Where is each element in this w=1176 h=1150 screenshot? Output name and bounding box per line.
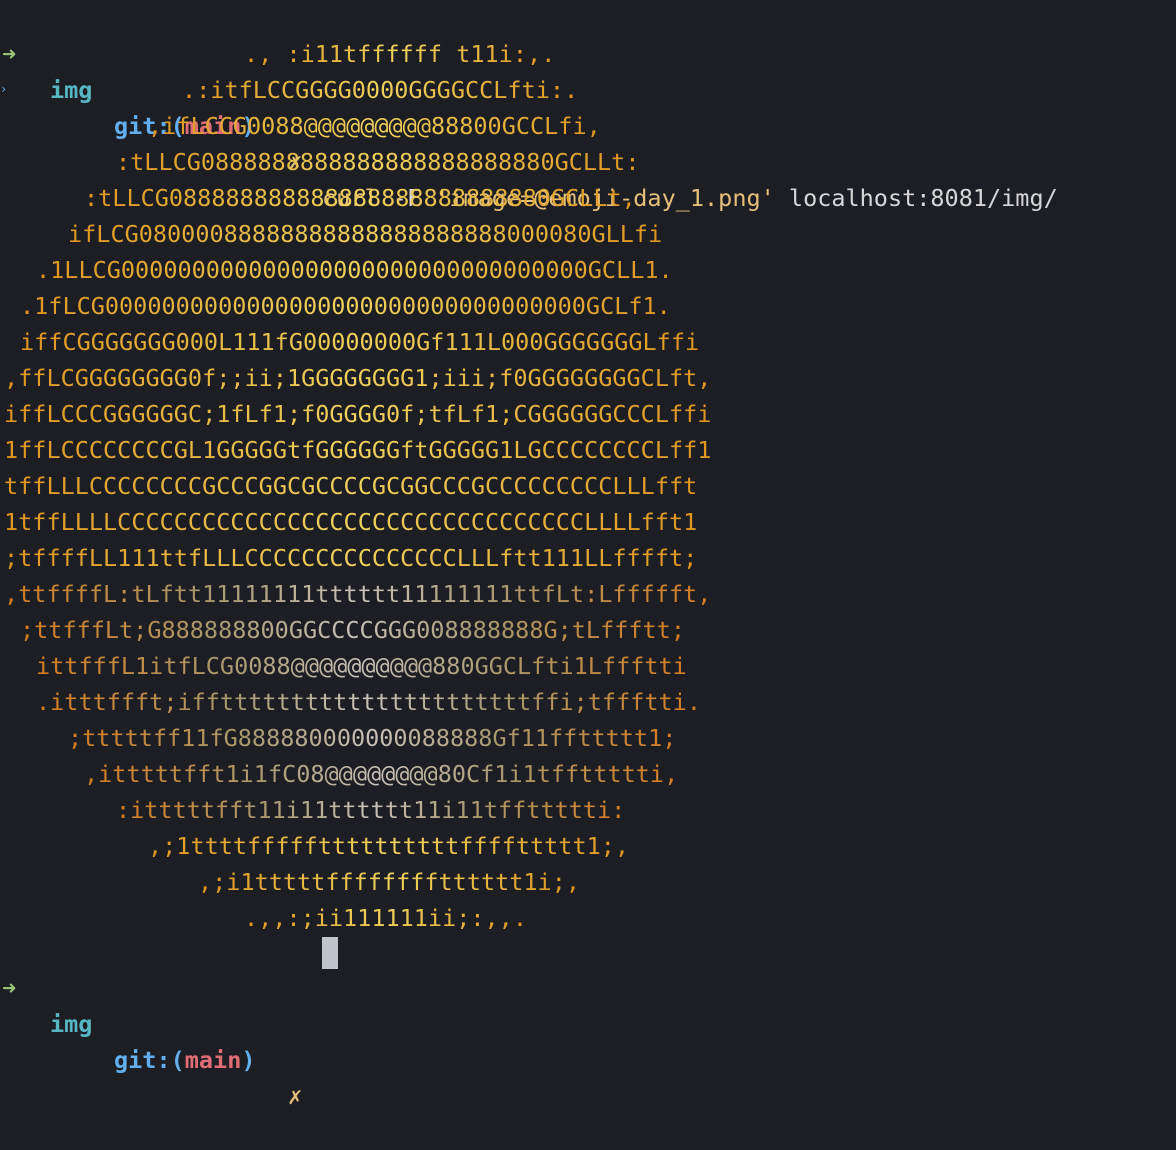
command-line-2[interactable]: ➜ img git:(main) ✗ [0, 934, 302, 1110]
ascii-line: ,ffLCGGGGGGGG0f;;ii;1GGGGGGGG1;iii;f0GGG… [4, 360, 711, 396]
ascii-line: :tLLCG0888888888888888888888880GCLLt: [116, 144, 639, 180]
ascii-line: tffLLLCCCCCCCCGCCCGGCGCCCCGCGGCCCGCCCCCC… [4, 468, 697, 504]
command-line-1: ➜ img git:(main) ✗ curl -F 'image=@emoji… [0, 0, 1058, 212]
ascii-line: :itttttfft11i11tttttt11i11tffttttti: [116, 792, 625, 828]
ascii-line: ,itttttfft1i1fC08@@@@@@@@80Cf1i1tffttttt… [84, 756, 678, 792]
ascii-line: .1LLCG000000000000000000000000000000000G… [36, 252, 673, 288]
ascii-line: iffLCCCGGGGGGC;1fLf1;f0GGGG0f;tfLf1;CGGG… [4, 396, 711, 432]
ascii-line: 1ffLCCCCCCCCGL1GGGGGtfGGGGGGftGGGGG1LGCC… [4, 432, 711, 468]
ascii-line: ,ttffffL:tLftt11111111tttttt11111111ttfL… [4, 576, 711, 612]
git-prefix: git:( [114, 1046, 185, 1074]
scroll-marker-icon: › [0, 82, 8, 96]
prompt-directory: img [50, 1010, 93, 1038]
ascii-line: ittfffL1itfLCG0088@@@@@@@@@@880GGCLfti1L… [36, 648, 687, 684]
ascii-line: :tLLCG088888888888888888888888880GCLLt, [84, 180, 636, 216]
ascii-line: 1tffLLLLCCCCCCCCCCCCCCCCCCCCCCCCCCCCCCCC… [4, 504, 697, 540]
text-cursor[interactable] [322, 937, 338, 969]
ascii-line: ., :i11tffffff t11i:,. [244, 36, 555, 72]
prompt-git-info: git:(main) [114, 1042, 256, 1078]
ascii-line: .,,:;ii111111ii;:,,. [244, 900, 527, 936]
git-branch: main [184, 1046, 242, 1074]
ascii-line: .1fLCG0000000000000000000000000000000000… [20, 288, 671, 324]
ascii-line: ,;1ttttfffffttttttttttffffttttt1;, [148, 828, 629, 864]
ascii-line: ,;i1tttttfffffffftttttt1i;, [198, 864, 580, 900]
git-suffix: ) [241, 1046, 256, 1074]
dirty-marker-icon: ✗ [288, 1082, 303, 1110]
ascii-line: .itttffft;iffttttttttttttttttttttttffi;t… [36, 684, 701, 720]
prompt-directory: img [50, 76, 93, 104]
ascii-line: iffCGGGGGGG000L111fG00000000Gf111L000GGG… [20, 324, 699, 360]
prompt-arrow-icon: ➜ [2, 40, 17, 68]
command-url: localhost:8081/img/ [788, 184, 1058, 212]
prompt-arrow-icon: ➜ [2, 974, 17, 1002]
terminal-window[interactable]: ➜ img git:(main) ✗ curl -F 'image=@emoji… [0, 0, 1176, 1110]
ascii-line: ,ifLCCG0088@@@@@@@@@88800GCCLfi, [148, 108, 601, 144]
ascii-line: .:itfLCCGGGG0000GGGGCCLfti:. [182, 72, 578, 108]
ascii-line: ;tffffLL111ttfLLLCCCCCCCCCCCCCCCLLLftt11… [4, 540, 697, 576]
ascii-line: ifLCG08000088888888888888888888000080GLL… [68, 216, 662, 252]
ascii-line: ;tttttff11fG888880000000088888Gf11fftttt… [68, 720, 676, 756]
ascii-line: ;ttfffLt;G888888800GGCCCCGGG008888888G;t… [20, 612, 685, 648]
